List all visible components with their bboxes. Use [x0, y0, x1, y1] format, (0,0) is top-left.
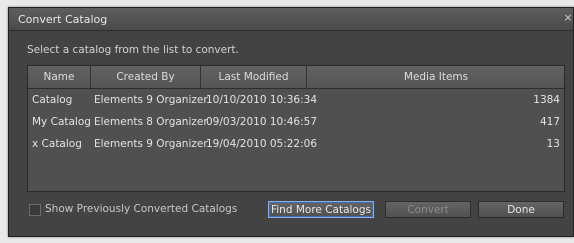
table-row[interactable]: x Catalog Elements 9 Organizer 19/04/201… — [28, 133, 564, 155]
show-previous-label: Show Previously Converted Catalogs — [45, 203, 238, 215]
cell-last-modified: 09/03/2010 10:46:57 — [206, 116, 318, 128]
instruction-text: Select a catalog from the list to conver… — [27, 44, 239, 56]
catalog-table: Name Created By Last Modified Media Item… — [27, 65, 565, 192]
find-more-catalogs-button[interactable]: Find More Catalogs — [268, 201, 374, 218]
done-button[interactable]: Done — [478, 201, 564, 218]
column-header-media-items[interactable]: Media Items — [307, 66, 565, 88]
cell-created-by: Elements 9 Organizer — [94, 94, 208, 106]
cell-created-by: Elements 9 Organizer — [94, 138, 208, 150]
cell-media-items: 13 — [546, 138, 560, 150]
cell-created-by: Elements 8 Organizer — [94, 116, 208, 128]
dialog-title: Convert Catalog — [18, 13, 108, 26]
cell-name: x Catalog — [32, 138, 82, 150]
table-header: Name Created By Last Modified Media Item… — [28, 66, 564, 89]
title-bar: Convert Catalog × — [9, 8, 573, 31]
cell-name: My Catalog — [32, 116, 91, 128]
table-row[interactable]: My Catalog Elements 8 Organizer 09/03/20… — [28, 111, 564, 133]
cell-name: Catalog — [32, 94, 73, 106]
table-row[interactable]: Catalog Elements 9 Organizer 10/10/2010 … — [28, 89, 564, 111]
column-header-created-by[interactable]: Created By — [91, 66, 201, 88]
convert-button[interactable]: Convert — [385, 201, 471, 218]
convert-catalog-dialog: Convert Catalog × Select a catalog from … — [8, 7, 574, 237]
column-header-name[interactable]: Name — [28, 66, 91, 88]
show-previous-checkbox[interactable] — [29, 204, 41, 216]
cell-last-modified: 19/04/2010 05:22:06 — [206, 138, 318, 150]
close-icon[interactable]: × — [562, 12, 574, 24]
cell-last-modified: 10/10/2010 10:36:34 — [206, 94, 318, 106]
column-header-last-modified[interactable]: Last Modified — [201, 66, 307, 88]
cell-media-items: 1384 — [533, 94, 560, 106]
cell-media-items: 417 — [539, 116, 560, 128]
